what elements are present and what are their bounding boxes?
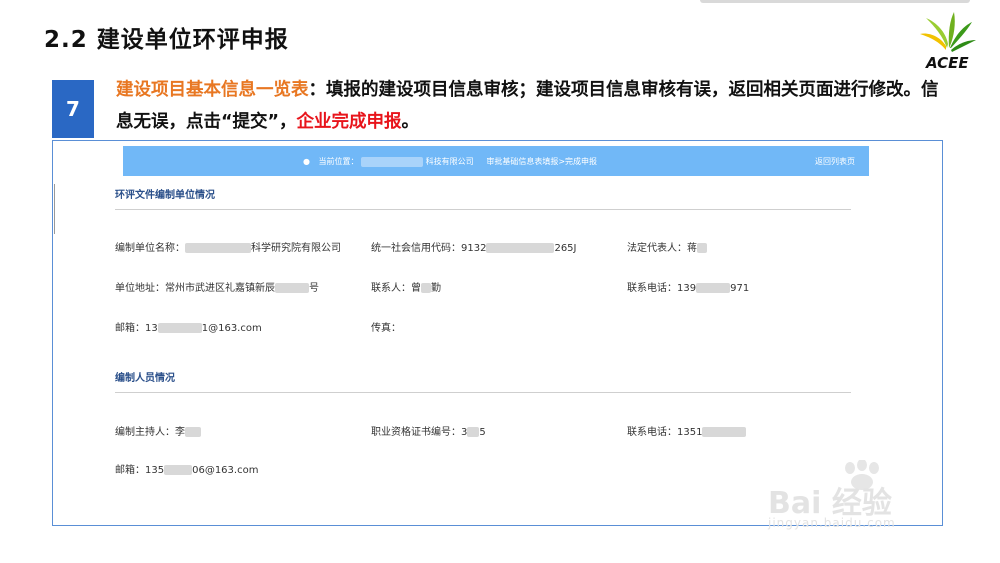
staff-email-end: 06@163.com	[192, 465, 259, 476]
step-highlight-title: 建设项目基本信息一览表	[116, 80, 309, 100]
staff-phone-start: 1351	[677, 427, 703, 438]
section-divider	[115, 209, 851, 210]
host-field: 编制主持人：李	[115, 423, 201, 438]
email-field: 邮箱：13 1@163.com	[115, 319, 262, 334]
redacted	[185, 243, 251, 253]
address-field: 单位地址：常州市武进区礼嘉镇新辰 号	[115, 279, 319, 294]
staff-phone-field: 联系电话：1351	[627, 423, 747, 438]
screenshot-frame: ● 当前位置： 科技有限公司 审批基础信息表填报>完成申报 返回列表页 环评文件…	[52, 140, 943, 526]
address-end: 号	[309, 283, 319, 294]
section-unit-heading: 环评文件编制单位情况	[115, 190, 215, 201]
staff-phone-label: 联系电话：	[627, 427, 677, 438]
breadcrumb-path: 审批基础信息表填报>完成申报	[486, 157, 598, 166]
unit-name-label: 编制单位名称：	[115, 243, 185, 254]
credit-code-field: 统一社会信用代码：9132 265J	[371, 239, 577, 254]
contact-value: 曾	[411, 283, 421, 294]
address-label: 单位地址：	[115, 283, 165, 294]
redacted-company	[361, 156, 424, 167]
redacted	[697, 243, 707, 253]
staff-email-field: 邮箱：135 06@163.com	[115, 461, 258, 476]
redacted	[421, 283, 431, 293]
breadcrumb-company: 科技有限公司	[425, 157, 474, 166]
redacted	[696, 283, 731, 293]
staff-email-start: 135	[145, 465, 165, 476]
breadcrumb: ● 当前位置： 科技有限公司 审批基础信息表填报>完成申报	[303, 156, 597, 167]
legal-rep-value: 蒋	[687, 243, 697, 254]
redacted	[164, 465, 193, 475]
step-highlight-red: 企业完成申报	[296, 112, 402, 132]
step-number-badge: 7	[52, 80, 94, 138]
section-divider	[115, 392, 851, 393]
contact-phone-field: 联系电话：139 971	[627, 279, 749, 294]
step-text-end: 。	[401, 112, 420, 132]
redacted	[702, 427, 747, 437]
staff-email-label: 邮箱：	[115, 465, 145, 476]
host-label: 编制主持人：	[115, 427, 175, 438]
redacted	[467, 427, 480, 437]
leaf-logo-icon	[920, 12, 976, 52]
legal-rep-field: 法定代表人：蒋	[627, 239, 707, 254]
address-value: 常州市武进区礼嘉镇新辰	[165, 283, 275, 294]
redacted	[486, 243, 555, 253]
credit-code-start: 9132	[461, 243, 487, 254]
redacted	[185, 427, 201, 437]
logo-text: ACEE	[926, 54, 969, 72]
contact-field: 联系人：曾勤	[371, 279, 441, 294]
section-title: 2.2 建设单位环评申报	[44, 27, 289, 53]
redacted	[275, 283, 309, 293]
phone-end: 971	[730, 283, 750, 294]
email-end: 1@163.com	[201, 323, 262, 334]
cert-end: 5	[479, 427, 486, 438]
back-to-list-link[interactable]: 返回列表页	[815, 156, 855, 167]
email-start: 13	[145, 323, 158, 334]
phone-label: 联系电话：	[627, 283, 677, 294]
unit-name-field: 编制单位名称： 科学研究院有限公司	[115, 239, 341, 254]
contact-label: 联系人：	[371, 283, 411, 294]
redacted	[157, 323, 202, 333]
contact-end: 勤	[431, 283, 441, 294]
step-description: 建设项目基本信息一览表：填报的建设项目信息审核；建设项目信息审核有误，返回相关页…	[116, 74, 946, 138]
host-value: 李	[175, 427, 185, 438]
cert-label: 职业资格证书编号：	[371, 427, 461, 438]
fax-field: 传真：	[371, 319, 401, 334]
credit-code-label: 统一社会信用代码：	[371, 243, 461, 254]
breadcrumb-bar: ● 当前位置： 科技有限公司 审批基础信息表填报>完成申报 返回列表页	[123, 146, 869, 176]
breadcrumb-prefix: 当前位置：	[318, 157, 359, 166]
credit-code-end: 265J	[554, 243, 577, 254]
top-tab-edge	[700, 0, 970, 3]
cert-number-field: 职业资格证书编号：3 5	[371, 423, 486, 438]
location-pin-icon: ●	[303, 157, 310, 166]
phone-start: 139	[677, 283, 697, 294]
legal-rep-label: 法定代表人：	[627, 243, 687, 254]
unit-name-value: 科学研究院有限公司	[251, 243, 341, 254]
fax-label: 传真：	[371, 323, 401, 334]
margin-mark	[54, 184, 55, 234]
section-staff-heading: 编制人员情况	[115, 373, 175, 384]
acee-logo: ACEE	[912, 10, 984, 76]
email-label: 邮箱：	[115, 323, 145, 334]
